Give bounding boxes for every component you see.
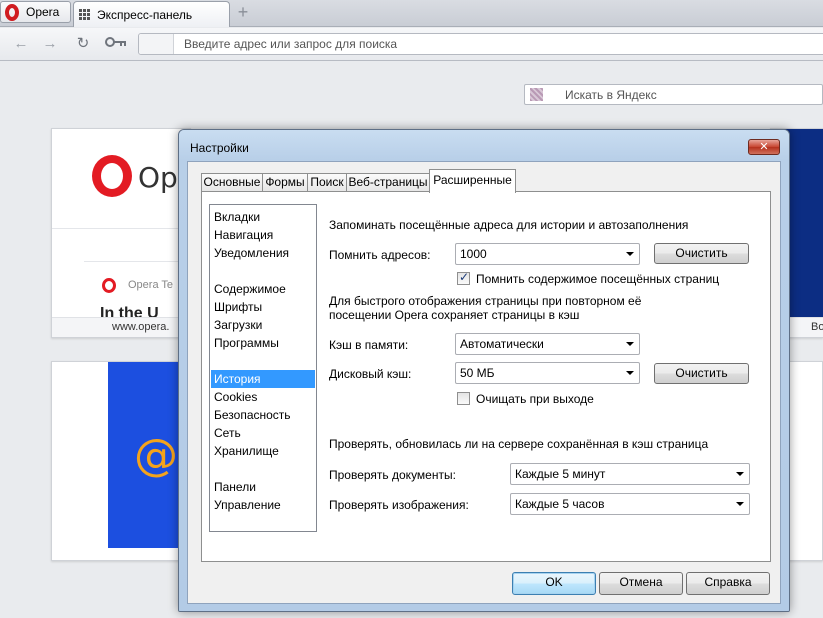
speed-dial-tile-opera[interactable]: Ope Opera Te In the U www.opera.: [51, 128, 195, 338]
remember-addresses-select[interactable]: 1000: [455, 243, 640, 265]
tab-title: Экспресс-панель: [97, 7, 193, 22]
tile-preview: Opera Te: [84, 261, 190, 311]
cancel-button[interactable]: Отмена: [599, 572, 683, 595]
tab-forms[interactable]: Формы: [262, 173, 308, 192]
tab-web-pages[interactable]: Веб-страницы: [346, 173, 430, 192]
dialog-title: Настройки: [190, 141, 249, 155]
check-images-label: Проверять изображения:: [329, 498, 469, 512]
yandex-icon: [530, 88, 543, 101]
clear-on-exit-checkbox[interactable]: [457, 392, 470, 405]
history-heading: Запоминать посещённые адреса для истории…: [329, 218, 689, 232]
mail-at-icon: @: [134, 430, 178, 481]
navigation-bar: ← → ↻ Введите адрес или запрос для поиск…: [0, 28, 823, 61]
tab-strip: Opera Экспресс-панель +: [0, 0, 823, 27]
address-placeholder: Введите адрес или запрос для поиска: [184, 37, 398, 51]
ok-button[interactable]: OK: [512, 572, 596, 595]
advanced-panel: Вкладки Навигация Уведомления Содержимое…: [201, 191, 771, 562]
disk-cache-label: Дисковый кэш:: [329, 367, 412, 381]
opera-menu-button[interactable]: Opera: [0, 1, 71, 23]
cache-description-line2: посещении Opera сохраняет страницы в кэш: [329, 308, 580, 322]
tile-preview-text: Opera Te: [128, 279, 174, 291]
check-images-value: Каждые 5 часов: [515, 497, 605, 511]
category-storage[interactable]: Хранилище: [211, 442, 315, 460]
remember-addresses-label: Помнить адресов:: [329, 248, 431, 262]
category-content[interactable]: Содержимое: [211, 280, 315, 298]
remember-content-label: Помнить содержимое посещённых страниц: [476, 272, 720, 286]
category-programs[interactable]: Программы: [211, 334, 315, 352]
category-management[interactable]: Управление: [211, 496, 315, 514]
clear-cache-button[interactable]: Очистить: [654, 363, 749, 384]
remember-addresses-value: 1000: [460, 247, 487, 261]
opera-logo-icon: [5, 3, 19, 21]
category-navigation[interactable]: Навигация: [211, 226, 315, 244]
speed-dial-grid-icon: [79, 8, 92, 21]
help-button[interactable]: Справка: [686, 572, 770, 595]
chevron-down-icon: [626, 342, 634, 346]
cache-description-line1: Для быстрого отображения страницы при по…: [329, 294, 642, 308]
category-toolbars[interactable]: Панели: [211, 478, 315, 496]
category-downloads[interactable]: Загрузки: [211, 316, 315, 334]
speed-dial-tile-mail[interactable]: @: [51, 361, 191, 561]
category-security[interactable]: Безопасность: [211, 406, 315, 424]
check-documents-select[interactable]: Каждые 5 минут: [510, 463, 750, 485]
chevron-down-icon: [626, 371, 634, 375]
memory-cache-label: Кэш в памяти:: [329, 338, 409, 352]
chevron-down-icon: [626, 252, 634, 256]
disk-cache-value: 50 МБ: [460, 366, 495, 380]
opera-menu-label: Opera: [26, 5, 60, 19]
opera-logo-icon: [92, 155, 132, 197]
check-heading: Проверять, обновилась ли на сервере сохр…: [329, 437, 709, 451]
check-documents-value: Каждые 5 минут: [515, 467, 606, 481]
category-fonts[interactable]: Шрифты: [211, 298, 315, 316]
clear-on-exit-label: Очищать при выходе: [476, 392, 594, 406]
tab-search[interactable]: Поиск: [307, 173, 347, 192]
address-field[interactable]: Введите адрес или запрос для поиска: [138, 33, 823, 55]
category-notifications[interactable]: Уведомления: [211, 244, 315, 262]
category-cookies[interactable]: Cookies: [211, 388, 315, 406]
tab-advanced[interactable]: Расширенные: [429, 169, 516, 193]
reload-icon[interactable]: ↻: [73, 35, 93, 53]
chevron-down-icon: [736, 502, 744, 506]
search-placeholder: Искать в Яндекс: [565, 88, 657, 102]
new-tab-button[interactable]: +: [234, 3, 252, 22]
settings-dialog: Настройки ✕ Основные Формы Поиск Веб-стр…: [178, 129, 790, 612]
category-network[interactable]: Сеть: [211, 424, 315, 442]
history-settings: Запоминать посещённые адреса для истории…: [329, 192, 769, 562]
dialog-client-area: Основные Формы Поиск Веб-страницы Расшир…: [187, 161, 781, 604]
clear-history-button[interactable]: Очистить: [654, 243, 749, 264]
back-arrow-icon[interactable]: ←: [11, 35, 31, 53]
opera-small-icon: [102, 278, 116, 293]
category-list[interactable]: Вкладки Навигация Уведомления Содержимое…: [209, 204, 317, 532]
check-images-select[interactable]: Каждые 5 часов: [510, 493, 750, 515]
tab-speed-dial[interactable]: Экспресс-панель: [73, 1, 230, 27]
yandex-search-input[interactable]: Искать в Яндекс: [524, 84, 823, 105]
category-history[interactable]: История: [211, 370, 315, 388]
close-icon[interactable]: ✕: [748, 139, 780, 155]
memory-cache-value: Автоматически: [460, 337, 544, 351]
dialog-frame: Настройки ✕ Основные Формы Поиск Веб-стр…: [179, 130, 789, 611]
tile-caption: www.opera.: [52, 317, 190, 337]
forward-arrow-icon[interactable]: →: [40, 35, 60, 53]
remember-content-checkbox[interactable]: [457, 270, 470, 285]
site-info-badge[interactable]: [139, 34, 174, 54]
check-documents-label: Проверять документы:: [329, 468, 456, 482]
tab-basic[interactable]: Основные: [201, 173, 263, 192]
memory-cache-select[interactable]: Автоматически: [455, 333, 640, 355]
tile-thumbnail: Ope: [52, 129, 195, 229]
chevron-down-icon: [736, 472, 744, 476]
category-tabs[interactable]: Вкладки: [211, 208, 315, 226]
disk-cache-select[interactable]: 50 МБ: [455, 362, 640, 384]
key-icon[interactable]: [104, 35, 128, 53]
